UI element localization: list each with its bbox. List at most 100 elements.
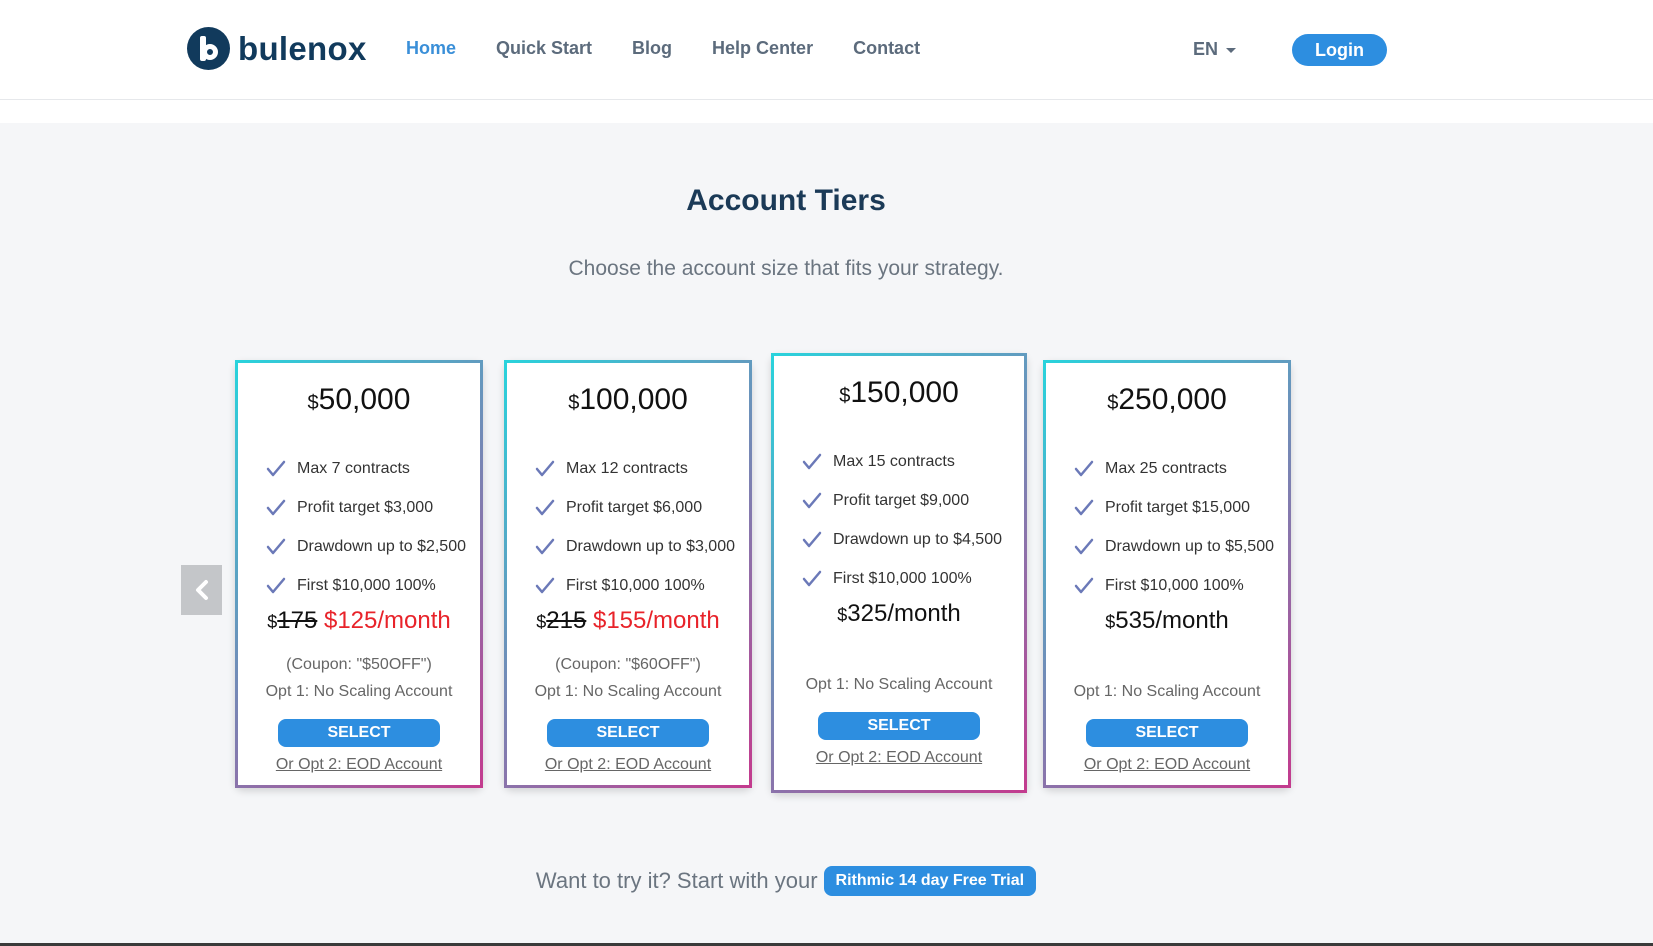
tier-card-inner: $250,000 Max 25 contracts Profit target $1… xyxy=(1046,363,1288,785)
check-icon xyxy=(802,453,822,469)
feature-list: Max 7 contracts Profit target $3,000 Drawd… xyxy=(266,449,466,605)
feature-item: Drawdown up to $4,500 xyxy=(802,520,1002,559)
option-2-link[interactable]: Or Opt 2: EOD Account xyxy=(1046,756,1288,774)
caret-down-icon xyxy=(1226,48,1237,53)
check-icon xyxy=(1074,577,1094,593)
tier-amount: $50,000 xyxy=(238,383,480,417)
feature-item: Max 7 contracts xyxy=(266,449,466,488)
select-button[interactable]: SELECT xyxy=(547,719,709,747)
language-selector[interactable]: EN xyxy=(1193,39,1237,60)
feature-text: Drawdown up to $3,000 xyxy=(566,537,735,555)
check-icon xyxy=(535,499,555,515)
site-header: bulenox Home Quick Start Blog Help Cente… xyxy=(0,0,1653,100)
feature-text: Max 12 contracts xyxy=(566,459,688,477)
option-1-label: Opt 1: No Scaling Account xyxy=(805,676,993,693)
tier-amount-value: 100,000 xyxy=(579,383,688,416)
check-icon xyxy=(802,492,822,508)
feature-text: Profit target $3,000 xyxy=(297,498,434,516)
option-1-label: Opt 1: No Scaling Account xyxy=(534,683,722,700)
select-button[interactable]: SELECT xyxy=(818,712,980,740)
feature-item: Profit target $3,000 xyxy=(266,488,466,527)
currency-symbol: $ xyxy=(839,385,851,407)
price-value: 535/month xyxy=(1115,607,1229,634)
language-label: EN xyxy=(1193,39,1219,59)
currency-symbol: $ xyxy=(1107,392,1119,414)
select-button[interactable]: SELECT xyxy=(278,719,440,747)
coupon-code: (Coupon: "$60OFF") xyxy=(555,656,701,673)
discount-price: $155/month xyxy=(592,607,720,634)
carousel-prev-button[interactable] xyxy=(181,565,222,615)
tier-amount: $100,000 xyxy=(507,383,749,417)
nav-blog[interactable]: Blog xyxy=(632,38,672,59)
price-value: 325/month xyxy=(847,600,961,627)
check-icon xyxy=(266,538,286,554)
nav-home[interactable]: Home xyxy=(406,38,456,59)
check-icon xyxy=(1074,538,1094,554)
logo-text: bulenox xyxy=(238,29,367,67)
check-icon xyxy=(266,499,286,515)
feature-item: Drawdown up to $2,500 xyxy=(266,527,466,566)
option-2-link[interactable]: Or Opt 2: EOD Account xyxy=(507,756,749,774)
feature-text: Max 7 contracts xyxy=(297,459,410,477)
nav-quick-start[interactable]: Quick Start xyxy=(496,38,592,59)
check-icon xyxy=(535,460,555,476)
option-2-link[interactable]: Or Opt 2: EOD Account xyxy=(774,749,1024,767)
tier-card: $100,000 Max 12 contracts Profit target $6… xyxy=(504,360,752,788)
feature-item: Profit target $9,000 xyxy=(802,481,1002,520)
logo[interactable]: bulenox xyxy=(187,27,367,70)
chevron-left-icon xyxy=(195,580,208,600)
feature-item: Profit target $6,000 xyxy=(535,488,735,527)
currency-symbol: $ xyxy=(837,605,848,625)
check-icon xyxy=(266,460,286,476)
trial-banner: Want to try it? Start with your Rithmic … xyxy=(0,866,1572,896)
tier-card-inner: $50,000 Max 7 contracts Profit target $3,0… xyxy=(238,363,480,785)
check-icon xyxy=(1074,499,1094,515)
feature-text: Drawdown up to $5,500 xyxy=(1105,537,1274,555)
feature-text: First $10,000 100% xyxy=(297,576,436,594)
free-trial-button[interactable]: Rithmic 14 day Free Trial xyxy=(823,866,1037,896)
feature-text: Drawdown up to $4,500 xyxy=(833,530,1002,548)
feature-list: Max 12 contracts Profit target $6,000 Draw… xyxy=(535,449,735,605)
currency-symbol: $ xyxy=(568,392,580,414)
currency-symbol: $ xyxy=(307,392,319,414)
old-price: 215 xyxy=(546,607,587,634)
feature-text: Drawdown up to $2,500 xyxy=(297,537,466,555)
feature-text: Profit target $15,000 xyxy=(1105,498,1250,516)
feature-item: Max 25 contracts xyxy=(1074,449,1274,488)
tier-amount: $250,000 xyxy=(1046,383,1288,417)
tier-card: $50,000 Max 7 contracts Profit target $3,0… xyxy=(235,360,483,788)
tier-amount-value: 50,000 xyxy=(318,383,411,416)
feature-item: Drawdown up to $3,000 xyxy=(535,527,735,566)
tier-price: $535/month xyxy=(1046,607,1288,635)
feature-item: First $10,000 100% xyxy=(266,566,466,605)
feature-text: Max 25 contracts xyxy=(1105,459,1227,477)
check-icon xyxy=(802,531,822,547)
nav-contact[interactable]: Contact xyxy=(853,38,920,59)
option-1-label: Opt 1: No Scaling Account xyxy=(265,683,453,700)
feature-text: Profit target $6,000 xyxy=(566,498,703,516)
feature-item: Max 12 contracts xyxy=(535,449,735,488)
section-subtitle: Choose the account size that fits your s… xyxy=(568,257,1004,280)
option-1-label: Opt 1: No Scaling Account xyxy=(1073,683,1261,700)
tier-amount: $150,000 xyxy=(774,376,1024,410)
tier-card: $150,000 Max 15 contracts Profit target $9… xyxy=(771,353,1027,793)
check-icon xyxy=(266,577,286,593)
check-icon xyxy=(535,577,555,593)
currency-symbol: $ xyxy=(267,612,278,632)
tier-amount-value: 250,000 xyxy=(1118,383,1227,416)
feature-text: Profit target $9,000 xyxy=(833,491,970,509)
select-button[interactable]: SELECT xyxy=(1086,719,1248,747)
discount-price: $125/month xyxy=(323,607,451,634)
trial-text: Want to try it? Start with your xyxy=(535,868,818,893)
feature-text: First $10,000 100% xyxy=(566,576,705,594)
nav-help-center[interactable]: Help Center xyxy=(712,38,813,59)
tier-price: $325/month xyxy=(774,600,1024,628)
feature-item: Profit target $15,000 xyxy=(1074,488,1274,527)
option-2-link[interactable]: Or Opt 2: EOD Account xyxy=(238,756,480,774)
currency-symbol: $ xyxy=(536,612,547,632)
currency-symbol: $ xyxy=(1105,612,1116,632)
feature-list: Max 25 contracts Profit target $15,000 Dra… xyxy=(1074,449,1274,605)
feature-item: Drawdown up to $5,500 xyxy=(1074,527,1274,566)
feature-list: Max 15 contracts Profit target $9,000 Draw… xyxy=(802,442,1002,598)
login-button[interactable]: Login xyxy=(1292,34,1387,66)
